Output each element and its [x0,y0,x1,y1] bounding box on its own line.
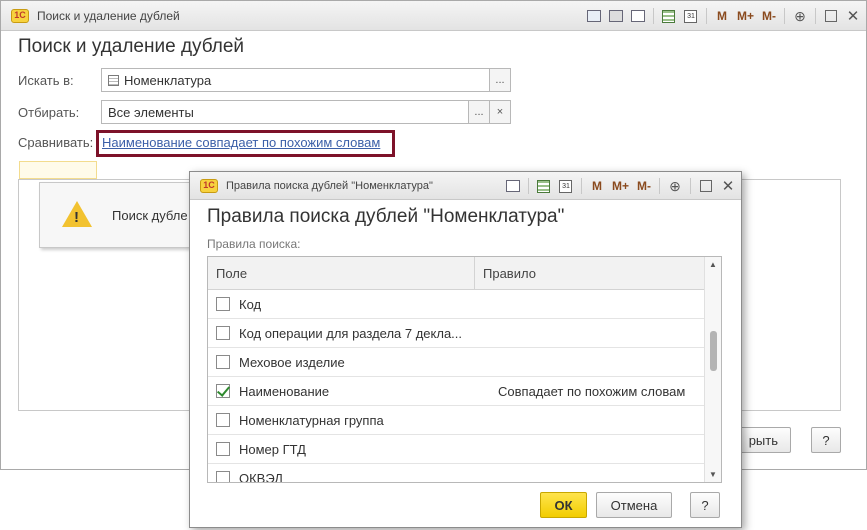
search-in-field[interactable]: Номенклатура ... [101,68,511,92]
row-field: Код [239,296,262,312]
compare-rules-link[interactable]: Наименование совпадает по похожим словам [102,135,380,150]
toolbar-divider [784,8,785,24]
dialog-help-button[interactable]: ? [690,492,720,518]
row-checkbox[interactable] [216,355,230,369]
preview-icon[interactable] [505,177,520,195]
save-icon[interactable] [586,7,601,25]
help-button[interactable]: ? [811,427,841,453]
table-row[interactable]: Меховое изделие [208,348,705,377]
table-row[interactable]: Номер ГТД [208,435,705,464]
row-checkbox[interactable] [216,384,230,398]
table-row[interactable]: Код операции для раздела 7 декла... [208,319,705,348]
table-scrollbar[interactable]: ▲ ▼ [704,257,721,482]
row-checkbox[interactable] [216,326,230,340]
memory-button[interactable]: M [590,177,604,195]
close-icon[interactable]: ✕ [721,177,735,195]
maximize-icon[interactable] [824,7,838,25]
calendar-icon[interactable]: 31 [559,177,573,195]
filter-field[interactable]: Все элементы ... × [101,100,511,124]
filter-clear-button[interactable]: × [489,101,510,123]
row-rule: Совпадает по похожим словам [498,383,686,399]
row-checkbox[interactable] [216,442,230,456]
row-checkbox[interactable] [216,297,230,311]
main-titlebar: 1С Поиск и удаление дублей 31 M M+ M- ⊕ … [1,1,866,31]
window-title: Поиск и удаление дублей [37,8,180,23]
page-title: Поиск и удаление дублей [18,36,245,57]
app-logo-icon: 1С [11,8,29,23]
preview-icon[interactable] [630,7,645,25]
rules-label: Правила поиска: [207,237,301,251]
close-icon[interactable]: ✕ [846,7,860,25]
app-logo-icon: 1С [200,178,218,193]
memory-minus-button[interactable]: M- [762,7,776,25]
row-field: Код операции для раздела 7 декла... [239,325,463,341]
row-checkbox[interactable] [216,413,230,427]
filter-select-button[interactable]: ... [468,101,489,123]
memory-minus-button[interactable]: M- [637,177,651,195]
yellow-strip [19,161,97,179]
memory-button[interactable]: M [715,7,729,25]
filter-label: Отбирать: [18,105,80,120]
scroll-up-icon[interactable]: ▲ [709,260,717,269]
table-icon [108,74,119,86]
row-field: Номер ГТД [239,441,306,457]
table-row[interactable]: Код [208,290,705,319]
column-header-rule[interactable]: Правило [475,257,705,289]
ok-button[interactable]: ОК [540,492,587,518]
toolbar-divider [652,8,654,24]
toolbar-divider [815,8,816,24]
warning-panel: ! Поиск дубле [39,182,209,248]
rules-dialog: 1С Правила поиска дублей "Номенклатура" … [189,171,742,528]
rules-table[interactable]: Поле Правило Код Код операции для раздела… [207,256,722,483]
zoom-icon[interactable]: ⊕ [668,177,682,195]
print-icon[interactable] [608,7,623,25]
search-in-label: Искать в: [18,73,74,88]
table-header: Поле Правило [208,257,721,290]
spreadsheet-icon[interactable] [537,177,551,195]
dialog-toolbar: 31 M M+ M- ⊕ ✕ [505,172,735,200]
scroll-down-icon[interactable]: ▼ [709,470,717,479]
toolbar-divider [659,178,660,194]
toolbar-divider [580,178,582,194]
memory-plus-button[interactable]: M+ [737,7,754,25]
toolbar-divider [705,8,707,24]
spreadsheet-icon[interactable] [662,7,676,25]
row-field: Меховое изделие [239,354,345,370]
row-field: ОКВЭД [239,470,284,483]
toolbar-divider [690,178,691,194]
warning-text: Поиск дубле [112,208,188,223]
row-checkbox[interactable] [216,471,230,482]
table-body: Код Код операции для раздела 7 декла... Ме… [208,290,705,483]
maximize-icon[interactable] [699,177,713,195]
search-in-value: Номенклатура [124,72,212,88]
table-row[interactable]: ОКВЭД [208,464,705,483]
main-toolbar: 31 M M+ M- ⊕ ✕ [586,1,860,31]
compare-link-highlight: Наименование совпадает по похожим словам [96,130,395,157]
toolbar-divider [527,178,529,194]
row-field: Номенклатурная группа [239,412,384,428]
select-button[interactable]: ... [489,69,510,91]
scroll-thumb[interactable] [710,331,717,371]
cancel-button[interactable]: Отмена [596,492,672,518]
calendar-icon[interactable]: 31 [684,7,698,25]
dialog-heading: Правила поиска дублей "Номенклатура" [207,206,565,227]
column-header-field[interactable]: Поле [208,257,475,289]
table-row[interactable]: Наименование Совпадает по похожим словам [208,377,705,406]
filter-value: Все элементы [108,104,194,120]
memory-plus-button[interactable]: M+ [612,177,629,195]
dialog-window-title: Правила поиска дублей "Номенклатура" [226,179,433,192]
dialog-titlebar: 1С Правила поиска дублей "Номенклатура" … [190,172,741,200]
compare-label: Сравнивать: [18,135,94,150]
table-row[interactable]: Номенклатурная группа [208,406,705,435]
row-field: Наименование [239,383,330,399]
zoom-icon[interactable]: ⊕ [793,7,807,25]
